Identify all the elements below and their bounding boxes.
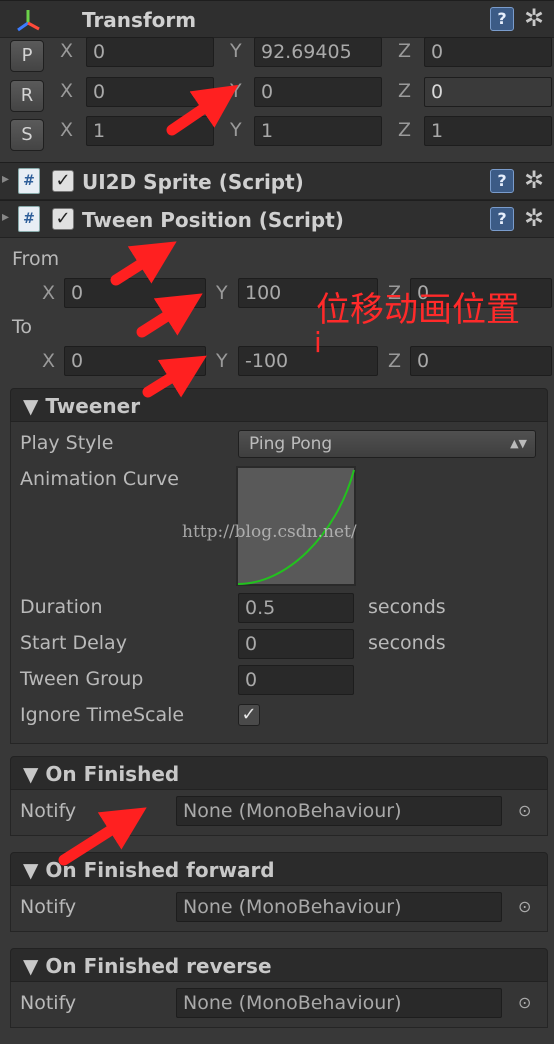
ignore-timescale-label: Ignore TimeScale <box>20 704 185 726</box>
script-icon: # <box>18 206 40 232</box>
on-finished-forward-title-wrap: ▼ On Finished forward <box>23 858 275 882</box>
on-finished-reverse-notify-label: Notify <box>20 992 77 1014</box>
scale-x-field[interactable]: 1 <box>86 116 214 146</box>
position-y-label: Y <box>230 40 242 62</box>
gear-icon[interactable]: ✲ <box>524 205 552 233</box>
on-finished-notify-field[interactable]: None (MonoBehaviour) <box>176 796 502 826</box>
to-z-label: Z <box>388 350 402 372</box>
collapse-triangle-icon: ▼ <box>23 762 39 786</box>
tweener-section-header[interactable]: ▼ Tweener <box>10 388 548 422</box>
from-label: From <box>12 248 60 270</box>
object-picker-icon[interactable]: ⊙ <box>518 897 531 916</box>
play-style-label: Play Style <box>20 432 114 454</box>
tween-group-field[interactable]: 0 <box>238 665 354 695</box>
play-style-dropdown[interactable]: Ping Pong ▲▼ <box>238 430 536 458</box>
on-finished-reverse-title-wrap: ▼ On Finished reverse <box>23 954 272 978</box>
transform-icon <box>17 10 40 32</box>
tween-component-header[interactable]: ▸ # ✓ Tween Position (Script) ? ✲ <box>0 200 554 238</box>
to-y-field[interactable]: -100 <box>238 346 378 376</box>
position-z-label: Z <box>398 40 412 62</box>
on-finished-title-wrap: ▼ On Finished <box>23 762 179 786</box>
duration-unit: seconds <box>368 596 446 618</box>
position-x-field[interactable]: 0 <box>86 37 214 67</box>
play-style-value: Ping Pong <box>249 434 333 454</box>
to-z-field[interactable]: 0 <box>410 346 552 376</box>
on-finished-title: On Finished <box>45 762 180 786</box>
duration-label: Duration <box>20 596 103 618</box>
scale-z-label: Z <box>398 119 412 141</box>
script-icon: # <box>18 168 40 194</box>
annotation-text-2: i <box>314 326 322 359</box>
on-finished-notify-label: Notify <box>20 800 77 822</box>
gear-icon[interactable]: ✲ <box>524 5 552 33</box>
rotation-z-field[interactable]: 0 <box>424 77 552 107</box>
tweener-title: Tweener <box>45 394 141 418</box>
scale-reset-button[interactable]: S <box>10 119 44 151</box>
on-finished-forward-notify-field[interactable]: None (MonoBehaviour) <box>176 892 502 922</box>
to-x-label: X <box>42 350 56 372</box>
rotation-y-label: Y <box>230 80 242 102</box>
transform-title: Transform <box>82 8 197 32</box>
position-y-field[interactable]: 92.69405 <box>254 37 382 67</box>
arrow-to-tween-title <box>110 241 177 286</box>
gear-icon[interactable]: ✲ <box>524 167 552 195</box>
rotation-x-label: X <box>60 80 74 102</box>
help-icon[interactable]: ? <box>490 169 514 193</box>
on-finished-header[interactable]: ▼ On Finished <box>10 756 548 790</box>
start-delay-label: Start Delay <box>20 632 127 654</box>
annotation-text: 位移动画位置 <box>316 290 520 330</box>
collapse-triangle-icon: ▼ <box>23 394 39 418</box>
collapse-triangle-icon: ▼ <box>23 858 39 882</box>
object-picker-icon[interactable]: ⊙ <box>518 993 531 1012</box>
rotation-z-label: Z <box>398 80 412 102</box>
scale-y-field[interactable]: 1 <box>254 116 382 146</box>
watermark: http://blog.csdn.net/ <box>182 522 357 542</box>
position-reset-button[interactable]: P <box>10 40 44 72</box>
expand-arrow-icon[interactable]: ▸ <box>2 171 9 187</box>
start-delay-field[interactable]: 0 <box>238 629 354 659</box>
tween-group-label: Tween Group <box>20 668 144 690</box>
tween-component-title: Tween Position (Script) <box>82 208 344 232</box>
ignore-timescale-checkbox[interactable]: ✓ <box>238 704 260 726</box>
help-icon[interactable]: ? <box>490 7 514 31</box>
on-finished-reverse-header[interactable]: ▼ On Finished reverse <box>10 948 548 982</box>
to-y-label: Y <box>216 350 228 372</box>
duration-field[interactable]: 0.5 <box>238 593 354 623</box>
animation-curve-label: Animation Curve <box>20 468 179 490</box>
tweener-title-wrap: ▼ Tweener <box>23 394 140 418</box>
to-label: To <box>12 316 33 338</box>
position-x-label: X <box>60 40 74 62</box>
expand-arrow-icon[interactable]: ▸ <box>2 209 9 225</box>
on-finished-forward-title: On Finished forward <box>45 858 275 882</box>
rotation-x-field[interactable]: 0 <box>86 77 214 107</box>
transform-header[interactable]: Transform ? ✲ <box>0 0 554 38</box>
scale-y-label: Y <box>230 119 242 141</box>
scale-x-label: X <box>60 119 74 141</box>
from-x-label: X <box>42 282 56 304</box>
from-y-label: Y <box>216 282 228 304</box>
scale-z-field[interactable]: 1 <box>424 116 552 146</box>
rotation-reset-button[interactable]: R <box>10 80 44 112</box>
collapse-triangle-icon: ▼ <box>23 954 39 978</box>
object-picker-icon[interactable]: ⊙ <box>518 801 531 820</box>
sprite-enabled-checkbox[interactable]: ✓ <box>52 170 74 192</box>
tween-enabled-checkbox[interactable]: ✓ <box>52 208 74 230</box>
arrow-to-from-y <box>136 293 203 338</box>
on-finished-forward-notify-label: Notify <box>20 896 77 918</box>
sprite-component-header[interactable]: ▸ # ✓ UI2D Sprite (Script) ? ✲ <box>0 162 554 200</box>
start-delay-unit: seconds <box>368 632 446 654</box>
on-finished-forward-header[interactable]: ▼ On Finished forward <box>10 852 548 886</box>
from-x-field[interactable]: 0 <box>64 278 206 308</box>
on-finished-reverse-title: On Finished reverse <box>45 954 272 978</box>
to-x-field[interactable]: 0 <box>64 346 206 376</box>
position-z-field[interactable]: 0 <box>424 37 552 67</box>
updown-arrows-icon: ▲▼ <box>510 437 527 450</box>
on-finished-reverse-notify-field[interactable]: None (MonoBehaviour) <box>176 988 502 1018</box>
help-icon[interactable]: ? <box>490 207 514 231</box>
sprite-component-title: UI2D Sprite (Script) <box>82 170 304 194</box>
rotation-y-field[interactable]: 0 <box>254 77 382 107</box>
